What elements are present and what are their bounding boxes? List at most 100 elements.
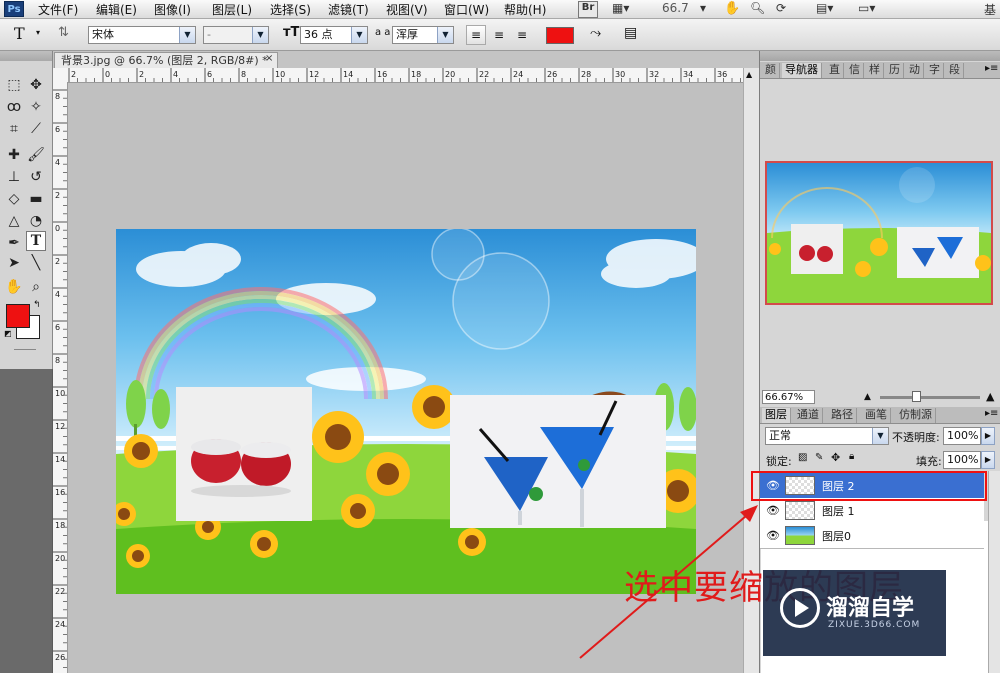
zoom-out-icon[interactable]: ▲ <box>864 392 871 402</box>
tab-actions[interactable]: 动 <box>906 63 924 78</box>
lasso-tool-icon[interactable]: ꝏ <box>4 97 24 117</box>
zoom-level[interactable]: 66.7 <box>662 1 689 16</box>
tab-navigator[interactable]: 导航器 <box>782 63 822 78</box>
zoom-slider-track[interactable] <box>880 396 980 399</box>
swap-colors-icon[interactable]: ↰ <box>33 300 41 310</box>
layer-name[interactable]: 图层 1 <box>822 503 855 519</box>
healing-brush-tool-icon[interactable]: ✚ <box>4 145 24 165</box>
eyedropper-tool-icon[interactable]: ⟋ <box>26 119 46 139</box>
layers-panel-menu-icon[interactable]: ▸≡ <box>985 408 998 419</box>
menu-layer[interactable]: 图层(L) <box>212 1 252 18</box>
menu-view[interactable]: 视图(V) <box>386 1 428 18</box>
opacity-field[interactable]: 100% <box>943 427 981 445</box>
tab-paragraph[interactable]: 段 <box>946 63 964 78</box>
default-colors-icon[interactable]: ◩ <box>4 329 12 338</box>
font-size-select[interactable]: 36 点 ▼ <box>300 26 368 44</box>
menu-image[interactable]: 图像(I) <box>154 1 191 18</box>
layer-name[interactable]: 图层0 <box>822 528 851 544</box>
zoom-in-icon[interactable]: ▲ <box>986 390 994 403</box>
lock-all-icon[interactable]: 🔒︎ <box>849 451 854 462</box>
dock-grip[interactable] <box>760 51 1000 61</box>
menu-filter[interactable]: 滤镜(T) <box>328 1 369 18</box>
menu-help[interactable]: 帮助(H) <box>504 1 546 18</box>
vertical-ruler[interactable]: 8 6 4 2 0 2 4 6 8 10 12 14 16 18 20 22 24 26 <box>53 82 68 673</box>
tab-info[interactable]: 信 <box>846 63 864 78</box>
chevron-down-icon: ▼ <box>437 27 453 43</box>
type-tool-icon[interactable]: T <box>26 231 46 251</box>
tab-history[interactable]: 历 <box>886 63 904 78</box>
marquee-tool-icon[interactable]: ⬚ <box>4 75 24 95</box>
close-tab-icon[interactable]: × <box>265 53 273 64</box>
warp-text-icon[interactable]: ⤳ <box>590 25 601 41</box>
view-extras-icon[interactable]: ▦▾ <box>612 1 629 16</box>
antialias-select[interactable]: 浑厚 ▼ <box>392 26 454 44</box>
preset-arrow-icon[interactable]: ▾ <box>36 28 40 37</box>
font-style-select[interactable]: - ▼ <box>203 26 269 44</box>
align-center-button[interactable]: ≡ <box>489 25 509 45</box>
navigator-zoom-field[interactable]: 66.67% <box>762 390 815 404</box>
menu-window[interactable]: 窗口(W) <box>444 1 489 18</box>
zoom-tool-icon[interactable]: ⌕ <box>26 277 46 297</box>
toolbox-grip[interactable] <box>0 51 52 61</box>
menu-edit[interactable]: 编辑(E) <box>96 1 137 18</box>
tab-channels[interactable]: 通道 <box>794 408 823 423</box>
navigator-preview[interactable] <box>765 161 993 305</box>
dodge-tool-icon[interactable]: ◔ <box>26 211 46 231</box>
scroll-up-icon[interactable]: ▲ <box>746 70 752 79</box>
layers-scrollbar[interactable] <box>988 471 1000 673</box>
font-family-select[interactable]: 宋体 ▼ <box>88 26 196 44</box>
brush-tool-icon[interactable]: 🖌︎ <box>26 145 46 165</box>
character-panel-icon[interactable]: ▤ <box>624 25 637 41</box>
line-tool-icon[interactable]: ╲ <box>26 253 46 273</box>
text-tool-preset-icon[interactable]: T <box>14 24 25 43</box>
text-color-swatch[interactable] <box>546 27 574 44</box>
clone-stamp-tool-icon[interactable]: ⊥ <box>4 167 24 187</box>
tab-brushes[interactable]: 画笔 <box>862 408 891 423</box>
history-brush-tool-icon[interactable]: ↺ <box>26 167 46 187</box>
align-left-button[interactable]: ≡ <box>466 25 486 45</box>
fill-field[interactable]: 100% <box>943 451 981 469</box>
lock-position-icon[interactable]: ✥ <box>831 451 840 464</box>
tab-character[interactable]: 字 <box>926 63 944 78</box>
zoom-tool-icon[interactable]: 🔍︎ <box>750 1 765 16</box>
hand-tool-icon[interactable]: ✋ <box>724 1 740 16</box>
orientation-toggle-icon[interactable]: ⇅ <box>58 25 69 40</box>
lock-transparent-icon[interactable]: ▨ <box>798 452 807 463</box>
tab-paths[interactable]: 路径 <box>828 408 857 423</box>
horizontal-ruler[interactable]: 2 0 2 4 6 8 10 12 14 16 18 20 22 24 26 28 30 32 34 36 <box>53 68 743 83</box>
tab-clone-source[interactable]: 仿制源 <box>896 408 936 423</box>
move-tool-icon[interactable]: ✥ <box>26 75 46 95</box>
menu-select[interactable]: 选择(S) <box>270 1 311 18</box>
lock-pixels-icon[interactable]: ✎ <box>815 452 823 463</box>
tab-styles[interactable]: 样 <box>866 63 884 78</box>
document-tab[interactable]: 背景3.jpg @ 66.7% (图层 2, RGB/8#) * <box>54 52 278 68</box>
tab-layers[interactable]: 图层 <box>762 408 791 423</box>
ruler-label: 34 <box>683 70 693 79</box>
layer-row[interactable]: 👁︎ 图层 1 <box>760 498 984 524</box>
eraser-tool-icon[interactable]: ◇ <box>4 189 24 209</box>
rotate-view-icon[interactable]: ⟳ <box>776 1 786 16</box>
tab-histogram[interactable]: 直 <box>826 63 844 78</box>
arrange-documents-icon[interactable]: ▤▾ <box>816 1 833 16</box>
gradient-tool-icon[interactable]: ▬ <box>26 189 46 209</box>
hand-tool-icon[interactable]: ✋ <box>4 277 24 297</box>
opacity-arrow-icon[interactable]: ▶ <box>981 427 995 445</box>
screen-mode-icon[interactable]: ▭▾ <box>858 1 875 16</box>
path-selection-tool-icon[interactable]: ➤ <box>4 253 24 273</box>
magic-wand-tool-icon[interactable]: ✧ <box>26 97 46 117</box>
crop-tool-icon[interactable]: ⌗ <box>4 119 24 139</box>
zoom-slider-handle[interactable] <box>912 391 921 402</box>
foreground-color-swatch[interactable] <box>6 304 30 328</box>
menu-file[interactable]: 文件(F) <box>38 1 78 18</box>
blur-tool-icon[interactable]: △ <box>4 211 24 231</box>
pen-tool-icon[interactable]: ✒ <box>4 233 24 253</box>
panel-menu-icon[interactable]: ▸≡ <box>985 63 998 74</box>
bridge-button[interactable]: Br <box>578 1 598 18</box>
blend-mode-select[interactable]: 正常 ▼ <box>765 427 889 445</box>
align-right-button[interactable]: ≡ <box>512 25 532 45</box>
fill-arrow-icon[interactable]: ▶ <box>981 451 995 469</box>
workspace-label[interactable]: 基 <box>984 1 996 17</box>
tab-color[interactable]: 颜 <box>762 63 780 78</box>
layer-row[interactable]: 👁︎ 图层0 <box>760 523 984 549</box>
zoom-arrow-icon[interactable]: ▾ <box>700 1 706 16</box>
